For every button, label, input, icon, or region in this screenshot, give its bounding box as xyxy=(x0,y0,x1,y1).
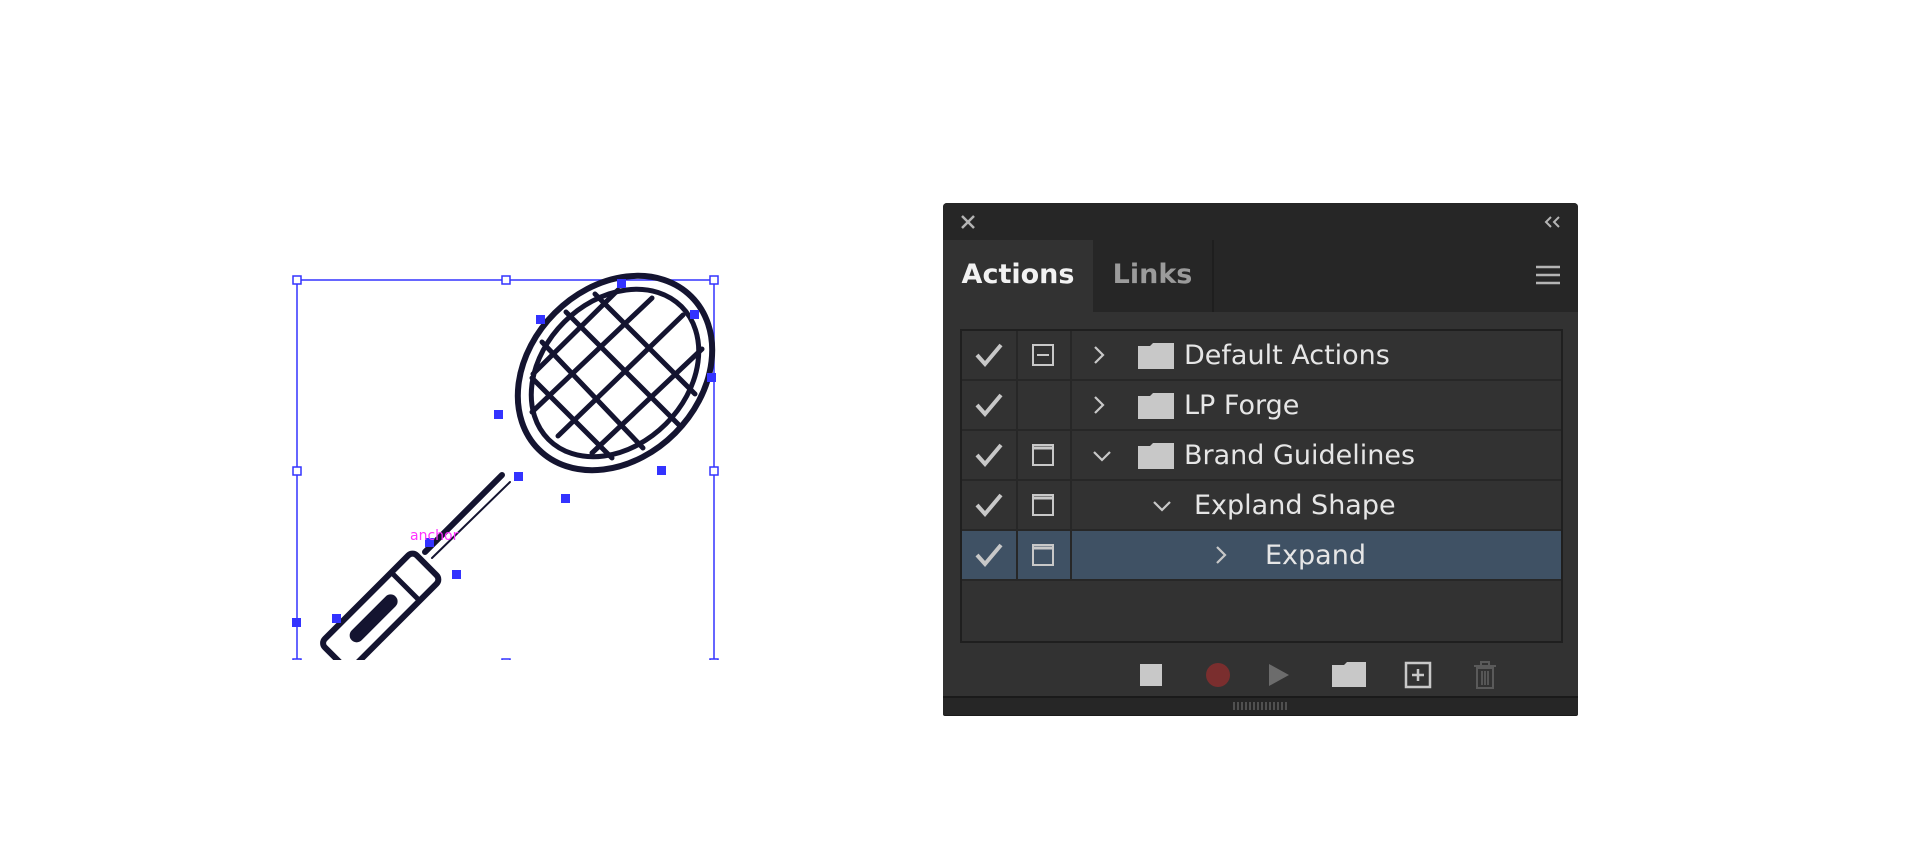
actions-list[interactable]: Default Actions LP Forge Brand Guideline… xyxy=(960,329,1563,643)
play-icon xyxy=(1269,664,1289,686)
toggle-item-checkbox[interactable] xyxy=(962,331,1018,379)
tab-links[interactable]: Links xyxy=(1093,240,1214,312)
chevron-down-icon[interactable] xyxy=(1090,443,1114,467)
checkmark-icon xyxy=(975,493,1003,518)
checkmark-icon xyxy=(975,443,1003,468)
stop-icon[interactable] xyxy=(1136,660,1166,690)
list-item[interactable]: Default Actions xyxy=(962,331,1561,381)
toggle-item-checkbox[interactable] xyxy=(962,531,1018,579)
list-item-selected[interactable]: Expand xyxy=(962,531,1561,581)
dialog-on-icon xyxy=(1032,544,1054,566)
list-item[interactable]: LP Forge xyxy=(962,381,1561,431)
panel-toolbar xyxy=(943,650,1578,700)
toggle-dialog-box[interactable] xyxy=(1016,381,1072,429)
checkmark-icon xyxy=(975,543,1003,568)
action-label: Expland Shape xyxy=(1194,490,1396,521)
new-action-icon[interactable] xyxy=(1403,660,1433,690)
chevron-right-icon[interactable] xyxy=(1086,343,1110,367)
folder-icon xyxy=(1138,443,1174,469)
dialog-on-icon xyxy=(1032,494,1054,516)
action-set-label: Brand Guidelines xyxy=(1184,440,1416,471)
chevron-right-icon[interactable] xyxy=(1208,543,1232,567)
list-item[interactable]: Brand Guidelines xyxy=(962,431,1561,481)
checkmark-icon xyxy=(975,343,1003,368)
anchor-label: anchor xyxy=(410,528,459,544)
toggle-item-checkbox[interactable] xyxy=(962,381,1018,429)
bounding-box-handles[interactable] xyxy=(292,275,719,660)
command-label: Expand xyxy=(1265,540,1366,571)
new-set-folder-icon[interactable] xyxy=(1331,660,1367,690)
action-set-label: Default Actions xyxy=(1184,340,1390,371)
racket-icon[interactable] xyxy=(320,260,730,660)
selection-bounding-box[interactable] xyxy=(292,275,719,660)
list-item[interactable]: Expland Shape xyxy=(962,481,1561,531)
toggle-item-checkbox[interactable] xyxy=(962,431,1018,479)
dialog-on-icon xyxy=(1032,444,1054,466)
tab-actions[interactable]: Actions xyxy=(943,240,1093,312)
grip-lines-icon xyxy=(1233,702,1287,710)
folder-icon xyxy=(1138,343,1174,369)
double-chevron-left-icon[interactable] xyxy=(1542,211,1564,233)
delete-trash-icon xyxy=(1474,661,1496,689)
action-set-label: LP Forge xyxy=(1184,390,1300,421)
folder-icon xyxy=(1138,393,1174,419)
dialog-partial-icon xyxy=(1032,344,1054,366)
toggle-dialog-box[interactable] xyxy=(1016,481,1072,529)
toggle-item-checkbox[interactable] xyxy=(962,481,1018,529)
close-icon[interactable] xyxy=(956,210,980,234)
hamburger-menu-icon[interactable] xyxy=(1534,263,1562,287)
canvas-artwork[interactable]: anchor xyxy=(270,260,730,660)
toggle-dialog-box[interactable] xyxy=(1016,431,1072,479)
anchor-points[interactable] xyxy=(292,279,716,660)
checkmark-icon xyxy=(975,393,1003,418)
toggle-dialog-box[interactable] xyxy=(1016,331,1072,379)
panel-tab-bar: Actions Links xyxy=(943,240,1578,312)
chevron-down-icon[interactable] xyxy=(1150,493,1174,517)
toggle-dialog-box[interactable] xyxy=(1016,531,1072,579)
chevron-right-icon[interactable] xyxy=(1086,393,1110,417)
actions-panel: Actions Links Default Actions LP Forge B… xyxy=(943,203,1578,715)
record-icon xyxy=(1206,663,1230,687)
resize-gripper[interactable] xyxy=(943,696,1578,715)
panel-title-bar[interactable] xyxy=(943,203,1578,240)
